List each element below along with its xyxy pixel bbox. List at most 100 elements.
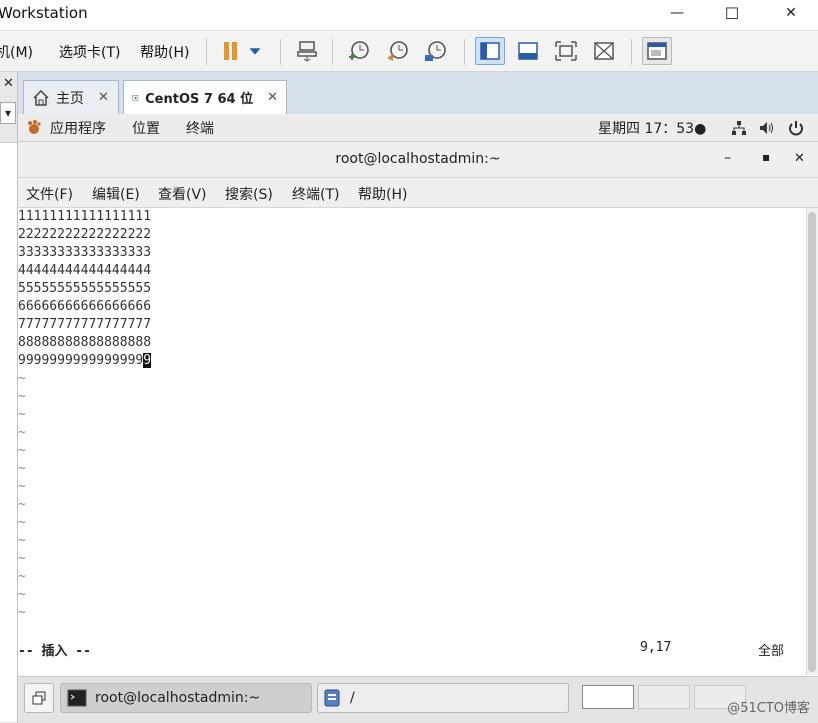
- close-icon: ✕: [785, 5, 797, 21]
- terminal-menubar: 文件(F) 编辑(E) 查看(V) 搜索(S) 终端(T) 帮助(H): [18, 178, 818, 208]
- gnome-top-bar: 应用程序 位置 终端 星期四 17：53●: [18, 114, 818, 142]
- gnome-terminal-menu[interactable]: 终端: [186, 118, 214, 138]
- vim-empty-line: ~: [18, 497, 26, 512]
- terminal-scrollbar-thumb[interactable]: [808, 212, 816, 672]
- pause-button[interactable]: [216, 37, 246, 65]
- library-view-button[interactable]: [475, 37, 505, 65]
- pause-dropdown[interactable]: [244, 37, 266, 65]
- vim-cursor-position: 9,17: [640, 640, 672, 655]
- vim-line-text: 9999999999999999: [18, 353, 144, 368]
- vm-running-icon: [132, 94, 139, 101]
- minimize-icon: —: [670, 5, 684, 21]
- menu-tabs[interactable]: 选项卡(T): [59, 42, 120, 62]
- toolbar-separator: [280, 39, 281, 65]
- show-desktop-button[interactable]: [24, 683, 54, 713]
- terminal-menu-search[interactable]: 搜索(S): [225, 184, 273, 204]
- taskbar-terminal-task[interactable]: root@localhostadmin:~: [60, 683, 312, 713]
- vim-empty-line: ~: [18, 425, 26, 440]
- window-titlebar: Workstation — ☐ ✕: [0, 0, 818, 30]
- toolbar-separator: [206, 39, 207, 65]
- terminal-menu-terminal[interactable]: 终端(T): [292, 184, 339, 204]
- library-tree: [0, 142, 17, 722]
- show-desktop-icon: [32, 691, 46, 705]
- toolbar-separator: [332, 39, 333, 65]
- tab-home[interactable]: 主页 ✕: [23, 80, 119, 114]
- chevron-down-icon: [249, 48, 261, 55]
- tab-centos-label: CentOS 7 64 位: [145, 92, 254, 107]
- vim-empty-line: ~: [18, 371, 26, 386]
- vim-line: 22222222222222222: [18, 227, 152, 242]
- tab-centos[interactable]: CentOS 7 64 位 ✕: [123, 80, 287, 114]
- snapshot-revert-button[interactable]: [383, 37, 413, 65]
- toolbar-separator: [464, 39, 465, 65]
- vim-empty-line: ~: [18, 551, 26, 566]
- menu-help[interactable]: 帮助(H): [140, 42, 189, 62]
- network-icon[interactable]: [731, 120, 747, 136]
- console-view-icon: [518, 42, 538, 60]
- vim-empty-line: ~: [18, 407, 26, 422]
- taskbar-files-task[interactable]: /: [317, 683, 569, 713]
- fullscreen-icon: [555, 41, 577, 61]
- terminal-close-button[interactable]: ✕: [794, 151, 805, 166]
- taskbar-files-label: /: [350, 690, 355, 706]
- vim-empty-line: ~: [18, 515, 26, 530]
- vim-line-current: 99999999999999999: [18, 352, 806, 370]
- gnome-foot-icon: [28, 120, 41, 134]
- vim-line: 88888888888888888: [18, 335, 152, 350]
- vim-line: 33333333333333333: [18, 245, 152, 260]
- terminal-menu-edit[interactable]: 编辑(E): [92, 184, 140, 204]
- library-close-icon[interactable]: ✕: [3, 76, 14, 91]
- terminal-text-area[interactable]: 11111111111111111 22222222222222222 3333…: [18, 208, 806, 675]
- console-view-button[interactable]: [513, 37, 543, 65]
- terminal-menu-help[interactable]: 帮助(H): [358, 184, 407, 204]
- vim-scroll-position: 全部: [758, 644, 785, 659]
- volume-icon[interactable]: [758, 120, 776, 136]
- snapshot-clock-icon: [349, 41, 369, 60]
- vim-empty-line: ~: [18, 479, 26, 494]
- window-title: Workstation: [0, 4, 88, 22]
- workspace-1[interactable]: [582, 685, 634, 709]
- tab-centos-close-icon[interactable]: ✕: [267, 90, 278, 105]
- menu-vm[interactable]: 机(M): [0, 42, 33, 62]
- tab-bar: 主页 ✕ CentOS 7 64 位 ✕: [18, 72, 818, 114]
- vim-empty-line: ~: [18, 443, 26, 458]
- vim-empty-line: ~: [18, 569, 26, 584]
- library-pane-edge: ✕ ▾: [0, 72, 18, 723]
- terminal-menu-view[interactable]: 查看(V): [158, 184, 207, 204]
- tab-home-close-icon[interactable]: ✕: [98, 90, 109, 105]
- vim-empty-line: ~: [18, 605, 26, 620]
- vim-empty-line: ~: [18, 461, 26, 476]
- tab-home-label: 主页: [56, 90, 84, 107]
- home-icon: [33, 89, 49, 106]
- send-keys-button[interactable]: [292, 37, 322, 65]
- gnome-clock[interactable]: 星期四 17：53●: [598, 118, 706, 138]
- snapshot-manager-button[interactable]: [421, 37, 451, 65]
- watermark: @51CTO博客: [727, 701, 810, 716]
- snapshot-take-button[interactable]: [344, 37, 374, 65]
- gnome-places-menu[interactable]: 位置: [132, 118, 160, 138]
- workspace-2[interactable]: [638, 685, 690, 709]
- text-cursor: 9: [143, 353, 152, 368]
- toolbar-separator: [631, 39, 632, 65]
- vim-empty-line: ~: [18, 389, 26, 404]
- gnome-applications-menu[interactable]: 应用程序: [50, 118, 106, 138]
- network-send-icon: [297, 41, 317, 62]
- fullscreen-button[interactable]: [551, 37, 581, 65]
- terminal-minimize-button[interactable]: –: [724, 150, 731, 166]
- maximize-button[interactable]: ☐: [707, 0, 757, 26]
- vim-line: 55555555555555555: [18, 281, 152, 296]
- close-button[interactable]: ✕: [766, 0, 816, 26]
- view-options-button[interactable]: [642, 37, 672, 65]
- snapshot-manager-icon: [425, 41, 446, 61]
- terminal-menu-file[interactable]: 文件(F): [26, 184, 73, 204]
- minimize-button[interactable]: —: [652, 0, 702, 26]
- vim-line: 77777777777777777: [18, 317, 152, 332]
- terminal-maximize-button[interactable]: ▪: [762, 150, 770, 164]
- vmware-menubar: 机(M) 选项卡(T) 帮助(H): [0, 30, 818, 72]
- power-icon[interactable]: [788, 119, 804, 137]
- library-search-dropdown[interactable]: ▾: [0, 102, 16, 124]
- terminal-title: root@localhostadmin:~: [335, 151, 501, 167]
- terminal-icon: [67, 689, 87, 707]
- vim-mode-indicator: -- 插入 --: [18, 644, 91, 659]
- unity-button[interactable]: [589, 37, 619, 65]
